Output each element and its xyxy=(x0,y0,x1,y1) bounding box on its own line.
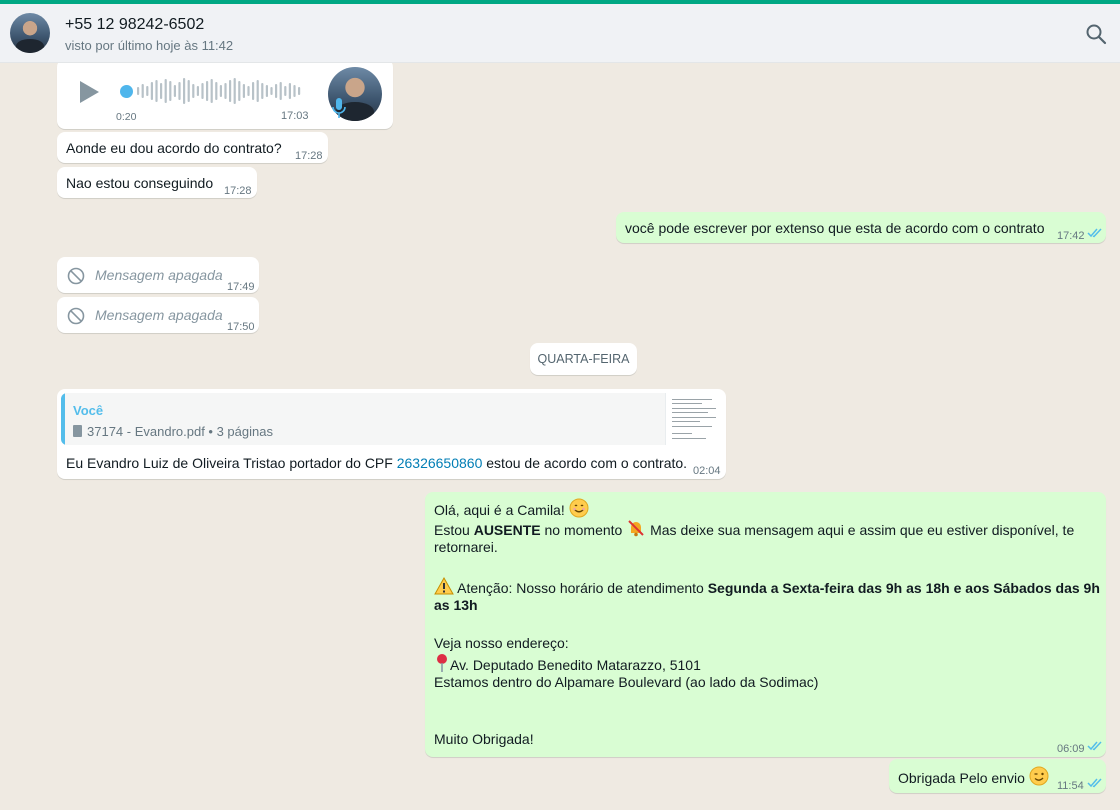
message-time: 06:09 xyxy=(1057,743,1085,755)
waveform-bar xyxy=(183,78,186,104)
waveform-bar xyxy=(275,84,278,98)
voice-message: 0:20 17:03 xyxy=(57,63,393,129)
auto-line-9: Muito Obrigada! xyxy=(434,731,534,747)
contact-status: visto por último hoje às 11:42 xyxy=(65,38,234,53)
incoming-message: Aonde eu dou acordo do contrato? 17:28 xyxy=(57,132,328,163)
audio-time: 17:03 xyxy=(281,110,309,122)
blocked-icon xyxy=(67,307,85,325)
quoted-message[interactable]: Você 37174 - Evandro.pdf • 3 páginas xyxy=(61,393,723,445)
message-text: Mensagem apagada xyxy=(95,307,223,323)
waveform-bar xyxy=(173,85,176,97)
mic-icon xyxy=(332,98,346,118)
message-time: 17:42 xyxy=(1057,230,1085,242)
message-list[interactable]: 0:20 17:03 Aonde eu dou acordo do contra… xyxy=(0,63,1120,810)
message-text: Obrigada Pelo envio xyxy=(898,766,1049,791)
waveform-bar xyxy=(284,86,287,96)
contact-name[interactable]: +55 12 98242-6502 xyxy=(65,16,204,34)
wink-emoji xyxy=(1029,766,1049,791)
auto-line-8: Estamos dentro do Alpamare Boulevard (ao… xyxy=(434,674,819,690)
deleted-message: Mensagem apagada 17:49 xyxy=(57,257,259,293)
chat-header[interactable]: +55 12 98242-6502 visto por último hoje … xyxy=(0,4,1120,63)
waveform-bar xyxy=(293,85,296,97)
waveform-bar xyxy=(279,82,282,100)
waveform-bar xyxy=(196,86,199,96)
message-text: Mensagem apagada xyxy=(95,267,223,283)
waveform-bar xyxy=(219,85,222,97)
waveform-bar xyxy=(247,86,250,96)
search-icon[interactable] xyxy=(1084,22,1108,46)
waveform-bar xyxy=(206,81,209,101)
waveform-bar xyxy=(160,83,163,99)
quoted-document: 37174 - Evandro.pdf • 3 páginas xyxy=(73,422,273,441)
outgoing-message: você pode escrever por extenso que esta … xyxy=(616,212,1106,243)
contact-avatar[interactable] xyxy=(10,13,50,53)
no-bell-emoji xyxy=(626,518,646,543)
waveform-bar xyxy=(238,81,241,101)
waveform-bar xyxy=(164,79,167,103)
double-check-icon xyxy=(1087,778,1102,788)
outgoing-message: Obrigada Pelo envio 11:54 xyxy=(889,759,1106,793)
waveform-bar xyxy=(178,82,181,100)
double-check-icon xyxy=(1087,228,1102,238)
message-time: 17:28 xyxy=(224,185,252,197)
audio-progress-dot[interactable] xyxy=(120,85,133,98)
waveform-bar xyxy=(252,82,255,100)
message-text: Nao estou conseguindo xyxy=(66,175,214,191)
message-time: 02:04 xyxy=(693,465,721,477)
waveform-bar xyxy=(265,85,268,97)
cpf-link[interactable]: 26326650860 xyxy=(397,455,483,471)
audio-waveform[interactable] xyxy=(137,73,303,109)
waveform-bar xyxy=(261,83,264,99)
auto-line-4: Atenção: Nosso horário de atendimento Se… xyxy=(434,576,1100,601)
message-text: Aonde eu dou acordo do contrato? xyxy=(66,140,282,156)
waveform-bar xyxy=(146,86,149,96)
reply-message: Você 37174 - Evandro.pdf • 3 páginas Eu … xyxy=(57,389,726,479)
waveform-bar xyxy=(298,87,301,95)
waveform-bar xyxy=(141,84,144,98)
auto-line-6: Veja nosso endereço: xyxy=(434,635,569,651)
waveform-bar xyxy=(288,83,291,99)
deleted-message: Mensagem apagada 17:50 xyxy=(57,297,259,333)
waveform-bar xyxy=(270,87,273,95)
waveform-bar xyxy=(187,80,190,102)
double-check-icon xyxy=(1087,741,1102,751)
waveform-bar xyxy=(229,80,232,102)
auto-line-2: Estou AUSENTE no momento Mas deixe sua m… xyxy=(434,518,1074,543)
message-text: Eu Evandro Luiz de Oliveira Tristao port… xyxy=(66,455,688,471)
waveform-bar xyxy=(192,84,195,98)
waveform-bar xyxy=(137,87,140,95)
waveform-bar xyxy=(224,83,227,99)
waveform-bar xyxy=(150,82,153,100)
waveform-bar xyxy=(155,80,158,102)
date-divider: QUARTA-FEIRA xyxy=(530,343,637,375)
blocked-icon xyxy=(67,267,85,285)
waveform-bar xyxy=(210,79,213,103)
waveform-bar xyxy=(169,81,172,101)
incoming-message: Nao estou conseguindo 17:28 xyxy=(57,167,257,198)
audio-elapsed: 0:20 xyxy=(116,111,137,123)
document-icon xyxy=(73,425,82,437)
auto-reply-message: Olá, aqui é a Camila! Estou AUSENTE no m… xyxy=(425,492,1106,757)
message-time: 17:50 xyxy=(227,321,255,333)
waveform-bar xyxy=(201,83,204,99)
auto-line-3: retornarei. xyxy=(434,539,498,555)
message-time: 17:28 xyxy=(295,150,323,162)
document-thumbnail[interactable] xyxy=(665,393,724,445)
waveform-bar xyxy=(242,84,245,98)
waveform-bar xyxy=(233,78,236,104)
message-time: 17:49 xyxy=(227,281,255,293)
message-time: 11:54 xyxy=(1057,780,1084,792)
message-text: você pode escrever por extenso que esta … xyxy=(625,220,1045,236)
auto-line-5: as 13h xyxy=(434,597,478,613)
waveform-bar xyxy=(215,82,218,100)
play-icon[interactable] xyxy=(77,79,101,105)
quoted-author: Você xyxy=(73,403,104,418)
document-name: 37174 - Evandro.pdf • 3 páginas xyxy=(87,424,273,439)
waveform-bar xyxy=(256,80,259,102)
